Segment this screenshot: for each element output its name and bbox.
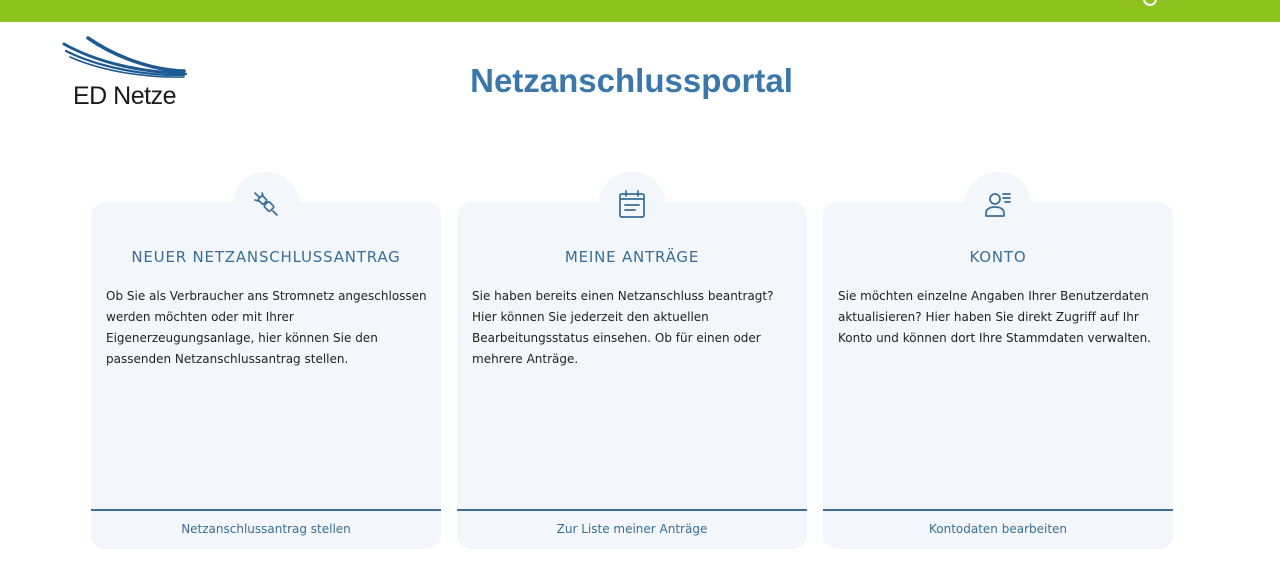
card-description: Sie haben bereits einen Netzanschluss be… bbox=[472, 289, 774, 366]
card-new-application: NEUER NETZANSCHLUSSANTRAG Ob Sie als Ver… bbox=[91, 172, 441, 549]
plug-icon bbox=[250, 188, 282, 220]
card-title: MEINE ANTRÄGE bbox=[564, 248, 700, 266]
card-title: NEUER NETZANSCHLUSSANTRAG bbox=[131, 248, 401, 266]
card-title: KONTO bbox=[969, 248, 1027, 266]
applications-list-link[interactable]: Zur Liste meiner Anträge bbox=[457, 522, 807, 536]
card-divider bbox=[91, 509, 441, 511]
new-application-link[interactable]: Netzanschlussantrag stellen bbox=[91, 522, 441, 536]
card-description: Ob Sie als Verbraucher ans Stromnetz ang… bbox=[106, 289, 427, 366]
user-menu-icon[interactable] bbox=[1143, 0, 1157, 6]
page-title: Netzanschlussportal bbox=[470, 62, 793, 99]
card-description: Sie möchten einzelne Angaben Ihrer Benut… bbox=[838, 289, 1151, 345]
calendar-icon bbox=[616, 188, 648, 220]
card-my-applications: MEINE ANTRÄGE Sie haben bereits einen Ne… bbox=[457, 172, 807, 549]
user-list-icon bbox=[982, 188, 1014, 220]
card-divider bbox=[823, 509, 1173, 511]
card-divider bbox=[457, 509, 807, 511]
account-edit-link[interactable]: Kontodaten bearbeiten bbox=[823, 522, 1173, 536]
card-account: KONTO Sie möchten einzelne Angaben Ihrer… bbox=[823, 172, 1173, 549]
top-bar bbox=[0, 0, 1280, 22]
